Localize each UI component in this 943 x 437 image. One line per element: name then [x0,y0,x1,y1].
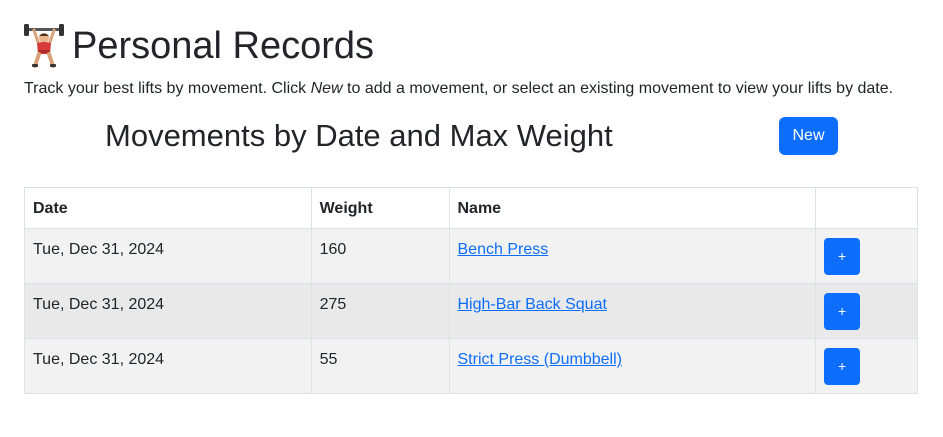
cell-date: Tue, Dec 31, 2024 [24,338,312,394]
add-lift-button[interactable]: + [824,348,861,385]
new-movement-button[interactable]: New [779,117,838,155]
table-header: Date Weight Name [24,187,918,229]
movement-link[interactable]: High-Bar Back Squat [458,296,607,313]
intro-text: Track your best lifts by movement. Click… [24,79,893,99]
column-header-name: Name [448,187,817,229]
table-row: Tue, Dec 31, 2024 160 Bench Press + [24,228,918,284]
add-lift-button[interactable]: + [824,238,861,275]
page-title: Personal Records [72,25,375,67]
page: Personal Records Track your best lifts b… [0,0,943,437]
cell-weight: 55 [310,338,450,394]
cell-action: + [815,228,918,284]
cell-action: + [815,283,918,339]
intro-emphasis: New [310,80,343,97]
movement-link[interactable]: Bench Press [458,241,549,258]
table-body: Tue, Dec 31, 2024 160 Bench Press + Tue,… [24,228,918,394]
add-lift-button[interactable]: + [824,293,861,330]
movement-link[interactable]: Strict Press (Dumbbell) [458,351,622,368]
cell-action: + [815,338,918,394]
cell-name: Strict Press (Dumbbell) [448,338,817,394]
column-header-date: Date [24,187,312,229]
cell-date: Tue, Dec 31, 2024 [24,228,312,284]
section-title: Movements by Date and Max Weight [105,118,613,153]
cell-weight: 275 [310,283,450,339]
column-header-action [815,187,918,229]
cell-date: Tue, Dec 31, 2024 [24,283,312,339]
intro-before: Track your best lifts by movement. Click [24,80,311,97]
header-row: Date Weight Name [24,187,918,229]
cell-name: Bench Press [448,228,817,284]
intro-after: to add a movement, or select an existing… [342,80,894,97]
cell-weight: 160 [310,228,450,284]
weightlifter-icon [24,24,64,68]
column-header-weight: Weight [310,187,450,229]
table-row: Tue, Dec 31, 2024 55 Strict Press (Dumbb… [24,338,918,394]
title-row: Personal Records [24,22,374,70]
movements-table: Date Weight Name Tue, Dec 31, 2024 160 B… [24,187,918,394]
table-row: Tue, Dec 31, 2024 275 High-Bar Back Squa… [24,283,918,339]
cell-name: High-Bar Back Squat [448,283,817,339]
